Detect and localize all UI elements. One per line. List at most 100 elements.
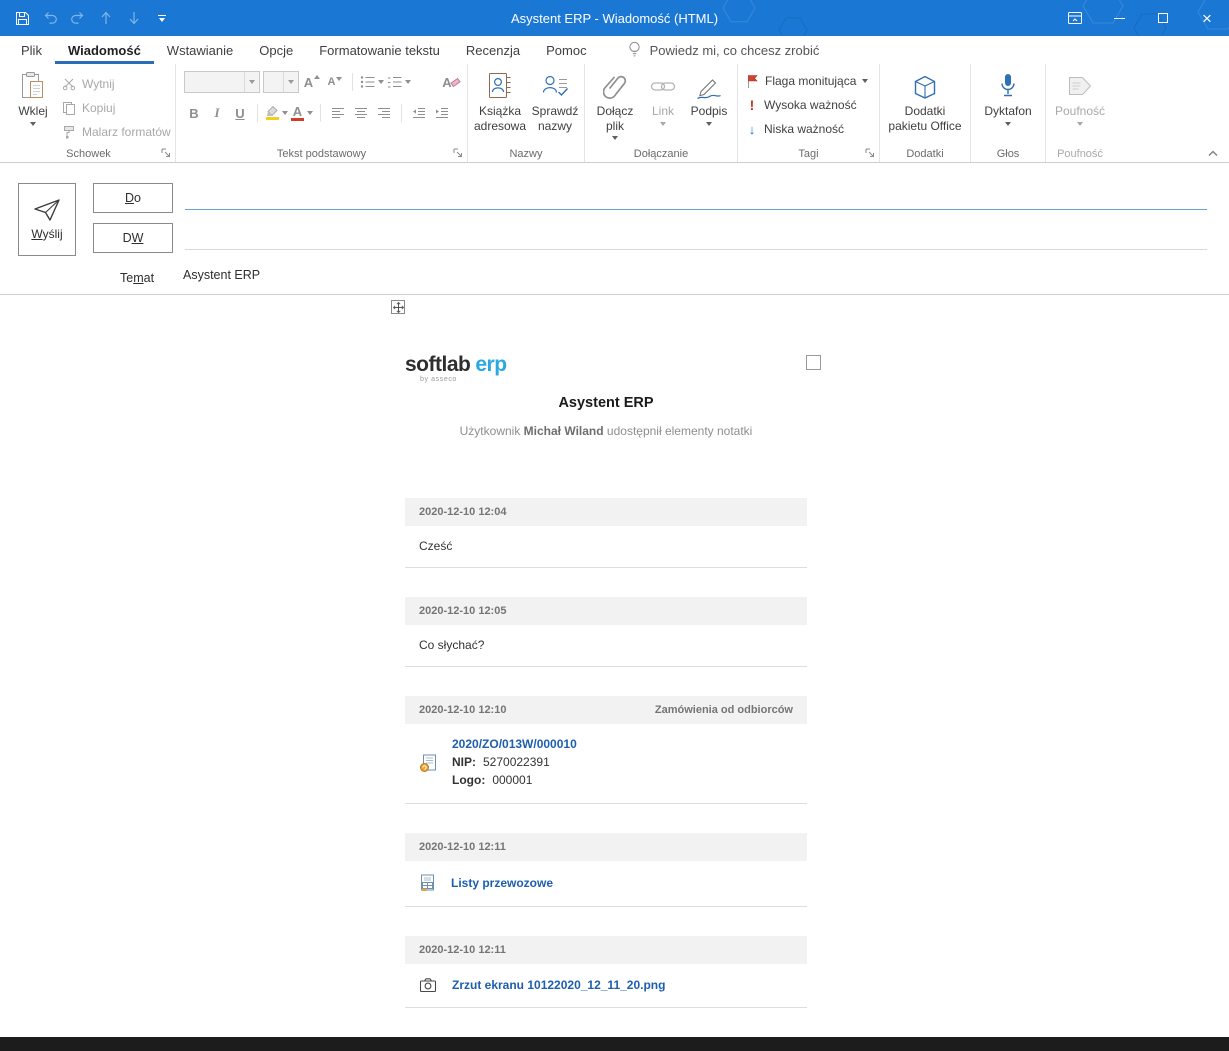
copy-button[interactable]: Kopiuj [62, 97, 171, 119]
format-painter-button[interactable]: Malarz formatów [62, 121, 171, 143]
redo-button[interactable] [64, 4, 92, 32]
sensitivity-group-label: Poufność [1057, 148, 1103, 160]
paste-button[interactable]: Wklej [10, 68, 56, 126]
to-input[interactable] [185, 188, 1207, 210]
cut-button[interactable]: Wytnij [62, 73, 171, 95]
tab-insert[interactable]: Wstawianie [154, 36, 246, 64]
ribbon-group-addins: Dodatki pakietu Office Dodatki [880, 64, 971, 162]
customize-qat-icon [158, 14, 166, 22]
logo-erp-text: erp [475, 353, 507, 376]
collapse-ribbon-button[interactable] [1207, 149, 1219, 157]
basic-text-dialog-launcher[interactable] [453, 148, 464, 159]
address-book-button[interactable]: Książka adresowa [473, 68, 527, 134]
tab-file[interactable]: Plik [8, 36, 55, 64]
previous-item-button[interactable] [92, 4, 120, 32]
tab-format-text[interactable]: Formatowanie tekstu [306, 36, 453, 64]
increase-indent-icon [436, 108, 448, 118]
ribbon-group-names: Książka adresowa Sprawdź nazwy Nazwy [468, 64, 585, 162]
sensitivity-button[interactable]: Poufność [1052, 68, 1108, 126]
bullets-button[interactable] [360, 71, 384, 93]
scissors-icon [62, 78, 76, 91]
decrease-indent-button[interactable] [409, 102, 429, 124]
clipboard-dialog-launcher[interactable] [161, 148, 172, 159]
note-card-header: 2020-12-10 12:05 [405, 597, 807, 625]
note-card-screenshot: 2020-12-10 12:11 Zrzut ekranu 10122020_1… [405, 936, 807, 1008]
follow-up-button[interactable]: Flaga monitująca [746, 70, 869, 92]
clear-formatting-button[interactable]: A [441, 71, 461, 93]
align-center-button[interactable] [351, 102, 371, 124]
office-addins-icon [910, 68, 940, 104]
underline-button[interactable]: U [230, 102, 250, 124]
logo-by-asseco-text: by asseco [420, 376, 457, 383]
align-right-icon [378, 108, 390, 118]
shrink-font-button[interactable]: A [325, 71, 345, 93]
numbering-caret [405, 80, 411, 84]
font-name-caret [244, 72, 259, 92]
link-button[interactable]: Link [643, 68, 683, 126]
screenshot-link[interactable]: Zrzut ekranu 10122020_12_11_20.png [452, 978, 665, 992]
check-names-button[interactable]: Sprawdź nazwy [528, 68, 582, 134]
message-body[interactable]: softlab erp by asseco Asystent ERP Użytko… [0, 295, 1229, 1036]
tab-options[interactable]: Opcje [246, 36, 306, 64]
send-label: Wyślij [31, 227, 63, 241]
dictate-caret [1005, 122, 1011, 126]
window-bottom-edge [0, 1037, 1229, 1051]
dialog-launcher-icon [453, 148, 462, 157]
tab-message[interactable]: Wiadomość [55, 36, 154, 64]
table-move-handle[interactable] [391, 300, 405, 314]
compose-header: Wyślij Do DW Temat [0, 163, 1229, 295]
cc-input[interactable] [185, 228, 1207, 250]
email-title: Asystent ERP [558, 395, 654, 411]
next-item-button[interactable] [120, 4, 148, 32]
cut-label: Wytnij [82, 77, 115, 91]
dictate-button[interactable]: Dyktafon [980, 68, 1036, 126]
waybills-link[interactable]: Listy przewozowe [451, 876, 553, 890]
signature-button[interactable]: Podpis [685, 68, 733, 126]
subject-input[interactable] [183, 268, 1207, 282]
address-book-label: Książka adresowa [473, 104, 527, 133]
high-importance-button[interactable]: ! Wysoka ważność [746, 94, 868, 116]
tell-me-box[interactable]: Powiedz mi, co chcesz zrobić [628, 36, 819, 64]
align-left-button[interactable] [328, 102, 348, 124]
note-text: Co słychać? [419, 638, 485, 652]
font-color-button[interactable]: A [291, 102, 313, 124]
note-card: 2020-12-10 12:05 Co słychać? [405, 597, 807, 667]
order-field-logo: Logo: 000001 [452, 772, 533, 787]
select-checkbox[interactable] [806, 355, 821, 370]
office-addins-button[interactable]: Dodatki pakietu Office [887, 68, 963, 134]
ribbon-group-basic-text: A A A B I U A Tekst podstawowy [176, 64, 468, 162]
numbering-button[interactable] [387, 71, 411, 93]
highlight-button[interactable] [265, 102, 288, 124]
increase-indent-button[interactable] [432, 102, 452, 124]
maximize-button[interactable] [1141, 0, 1185, 36]
attach-file-button[interactable]: Dołącz plik [591, 68, 639, 140]
ribbon-display-options-button[interactable] [1053, 0, 1097, 36]
customize-qat-button[interactable] [148, 4, 176, 32]
low-importance-button[interactable]: ↓ Niska ważność [746, 118, 868, 140]
tab-help[interactable]: Pomoc [533, 36, 599, 64]
italic-button[interactable]: I [207, 102, 227, 124]
tab-review[interactable]: Recenzja [453, 36, 533, 64]
to-button[interactable]: Do [93, 183, 173, 213]
undo-button[interactable] [36, 4, 64, 32]
send-button[interactable]: Wyślij [18, 183, 76, 256]
save-button[interactable] [8, 4, 36, 32]
ribbon-group-include: Dołącz plik Link Podpis Dołączanie [585, 64, 738, 162]
font-size-select[interactable] [263, 71, 299, 93]
tags-dialog-launcher[interactable] [865, 148, 876, 159]
grow-font-button[interactable]: A [302, 71, 322, 93]
low-importance-icon: ↓ [748, 121, 756, 137]
note-category: Zamówienia od odbiorców [654, 704, 793, 716]
bold-button[interactable]: B [184, 102, 204, 124]
highlight-icon [265, 106, 279, 120]
font-name-select[interactable] [184, 71, 260, 93]
align-right-button[interactable] [374, 102, 394, 124]
minimize-button[interactable] [1097, 0, 1141, 36]
email-subtitle: Użytkownik Michał Wiland udostępnił elem… [459, 424, 753, 438]
order-link[interactable]: 2020/ZO/013W/000010 [452, 737, 577, 751]
format-painter-label: Malarz formatów [82, 125, 171, 139]
ribbon-group-tags: Flaga monitująca ! Wysoka ważność ↓ Nisk… [738, 64, 880, 162]
cc-button[interactable]: DW [93, 223, 173, 253]
chevron-up-icon [1208, 150, 1218, 156]
close-button[interactable]: × [1185, 0, 1229, 36]
